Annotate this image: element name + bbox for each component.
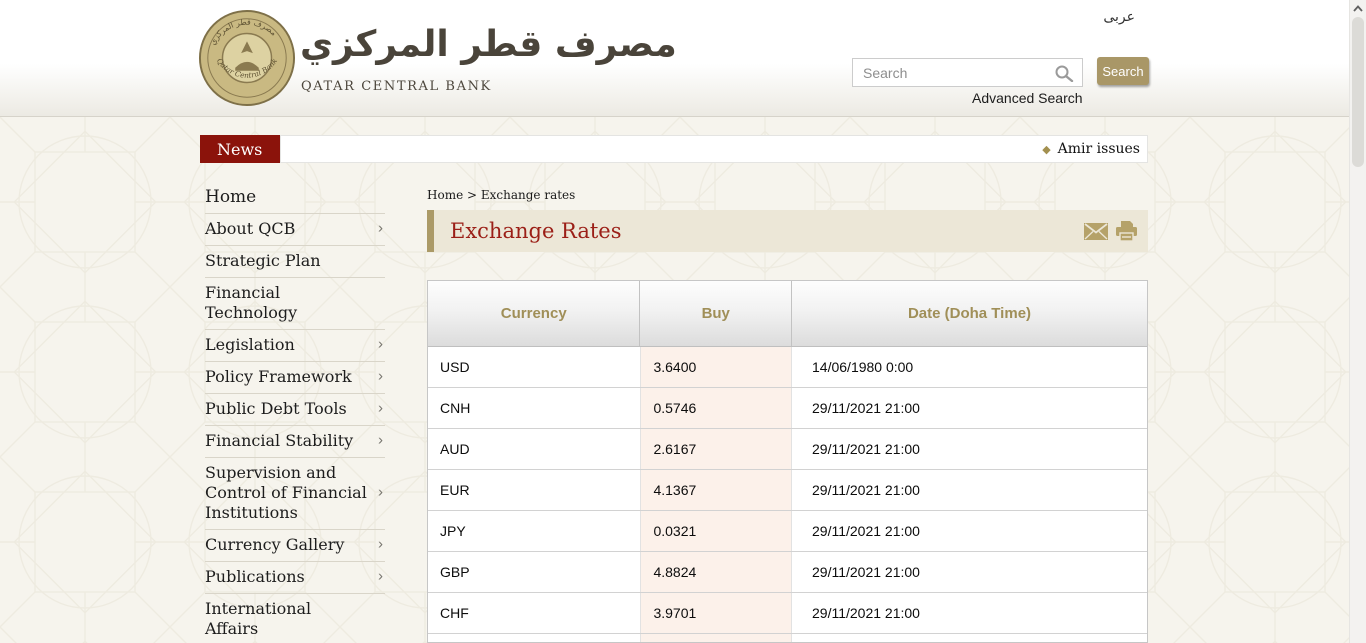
table-header-row: Currency Buy Date (Doha Time) [428, 281, 1147, 347]
chevron-right-icon [378, 482, 383, 502]
magnifier-icon[interactable] [1054, 64, 1074, 82]
chevron-right-icon [378, 398, 383, 418]
sidebar-item[interactable]: Currency Gallery [205, 530, 385, 562]
search-area: Search Advanced Search [852, 57, 1149, 107]
table-column-header-label: Date (Doha Time) [907, 305, 1032, 322]
breadcrumb: Home > Exchange rates [427, 188, 575, 202]
buy-rate-cell: 4.8824 [640, 552, 793, 592]
bank-name-english: QATAR CENTRAL BANK [301, 79, 492, 94]
sidebar-item[interactable]: Home [205, 182, 385, 214]
envelope-icon[interactable] [1084, 222, 1108, 240]
buy-rate-cell: 2.6167 [640, 429, 793, 469]
table-row: EUR 4.1367 29/11/2021 21:00 [428, 470, 1147, 511]
table-row: GBP 4.8824 29/11/2021 21:00 [428, 552, 1147, 593]
date-cell: 29/11/2021 21:00 [812, 605, 920, 621]
sidebar-item[interactable]: Public Debt Tools [205, 394, 385, 426]
sidebar-item-label: Home [205, 187, 257, 207]
sidebar-item-label: Strategic Plan [205, 251, 321, 270]
sidebar-item-label: Currency Gallery [205, 535, 345, 554]
sidebar-item-label: Financial Technology [205, 283, 298, 322]
advanced-search-link[interactable]: Advanced Search [972, 90, 1083, 106]
date-cell: 14/06/1980 0:00 [812, 359, 914, 375]
bank-name-arabic: مصرف قطر المركزي [300, 24, 677, 65]
table-row: JPY 0.0321 29/11/2021 21:00 [428, 511, 1147, 552]
chevron-right-icon [378, 534, 383, 554]
news-label: News [200, 135, 280, 163]
table-column-header: Date (Doha Time) [792, 281, 1147, 346]
printer-icon[interactable] [1115, 220, 1138, 242]
sidebar-item-label: Financial Stability [205, 431, 354, 450]
sidebar-item-label: Publications [205, 567, 305, 586]
date-cell: 29/11/2021 21:00 [812, 400, 920, 416]
breadcrumb-current: Exchange rates [480, 188, 576, 202]
scrollbar-thumb[interactable] [1352, 17, 1364, 167]
breadcrumb-separator: > [467, 188, 478, 202]
page-title: Exchange Rates [450, 219, 622, 243]
buy-rate-cell: 0.0321 [640, 511, 793, 551]
page-title-bar: Exchange Rates [427, 210, 1148, 252]
sidebar-item[interactable]: Supervision and Control of Financial Ins… [205, 458, 385, 530]
vertical-scrollbar[interactable] [1349, 0, 1366, 643]
sidebar-item[interactable]: Strategic Plan [205, 246, 385, 278]
chevron-right-icon [378, 366, 383, 386]
news-ticker: ◆ Amir issues [280, 135, 1148, 163]
language-switch-link[interactable]: عربى [1103, 9, 1135, 25]
buy-rate-cell: 3.9701 [640, 593, 793, 633]
sidebar-item[interactable]: Financial Technology [205, 278, 385, 330]
sidebar-item[interactable]: Legislation [205, 330, 385, 362]
qcb-seal-logo[interactable]: مصرف قطر المركزي Qatar Central Bank [198, 9, 296, 107]
buy-rate-cell: 4.1367 [640, 470, 793, 510]
currency-cell: EUR [440, 482, 470, 498]
table-column-header: Currency [428, 281, 641, 346]
sidebar-nav: Home About QCB Strategic Plan Financial … [205, 182, 385, 643]
date-cell: 29/11/2021 21:00 [812, 523, 920, 539]
sidebar-item-label: International Affairs [205, 599, 312, 638]
news-bar: News ◆ Amir issues [200, 135, 1148, 163]
sidebar-item-label: Policy Framework [205, 367, 352, 386]
sidebar-item[interactable]: Policy Framework [205, 362, 385, 394]
sidebar-item-label: Supervision and Control of Financial Ins… [205, 463, 367, 522]
news-ticker-item[interactable]: Amir issues [1058, 141, 1140, 157]
chevron-right-icon [378, 218, 383, 238]
table-column-header-label: Buy [701, 305, 730, 322]
chevron-right-icon [378, 430, 383, 450]
currency-cell: JPY [440, 523, 466, 539]
chevron-right-icon [378, 334, 383, 354]
search-input[interactable] [852, 58, 1083, 87]
date-cell: 29/11/2021 21:00 [812, 441, 920, 457]
sidebar-item[interactable]: Publications [205, 562, 385, 594]
table-row-partial [428, 634, 1147, 642]
sidebar-item-label: Legislation [205, 335, 295, 354]
date-cell: 29/11/2021 21:00 [812, 482, 920, 498]
breadcrumb-home[interactable]: Home [427, 188, 463, 202]
sidebar-item[interactable]: Financial Stability [205, 426, 385, 458]
table-row: AUD 2.6167 29/11/2021 21:00 [428, 429, 1147, 470]
currency-cell: GBP [440, 564, 470, 580]
sidebar-item-label: Public Debt Tools [205, 399, 347, 418]
search-button[interactable]: Search [1097, 57, 1149, 85]
table-row: USD 3.6400 14/06/1980 0:00 [428, 347, 1147, 388]
date-cell: 29/11/2021 21:00 [812, 564, 920, 580]
site-header: مصرف قطر المركزي Qatar Central Bank مصرف… [0, 0, 1349, 117]
table-column-header: Buy [640, 281, 793, 346]
scroll-up-arrow-icon[interactable] [1352, 3, 1364, 15]
sidebar-item[interactable]: International Affairs [205, 594, 385, 643]
exchange-rates-table: Currency Buy Date (Doha Time) USD 3.6400… [427, 280, 1148, 643]
chevron-right-icon [378, 566, 383, 586]
buy-rate-cell: 0.5746 [640, 388, 793, 428]
sidebar-item-label: About QCB [205, 219, 296, 238]
table-row: CHF 3.9701 29/11/2021 21:00 [428, 593, 1147, 634]
table-row: CNH 0.5746 29/11/2021 21:00 [428, 388, 1147, 429]
sidebar-item[interactable]: About QCB [205, 214, 385, 246]
diamond-bullet-icon: ◆ [1042, 143, 1051, 156]
currency-cell: AUD [440, 441, 470, 457]
currency-cell: USD [440, 359, 470, 375]
currency-cell: CNH [440, 400, 471, 416]
table-column-header-label: Currency [500, 305, 567, 322]
buy-rate-cell: 3.6400 [640, 347, 793, 387]
table-body: USD 3.6400 14/06/1980 0:00 CNH 0.5746 29… [428, 347, 1147, 634]
currency-cell: CHF [440, 605, 469, 621]
